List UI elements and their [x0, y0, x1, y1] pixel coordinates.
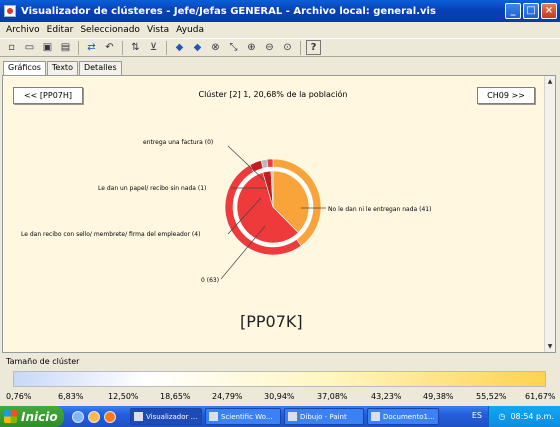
task-documento[interactable]: Documento1...	[367, 408, 439, 425]
tick-label: 6,83%	[58, 392, 84, 401]
minimize-button[interactable]: _	[505, 3, 521, 19]
start-label: Inicio	[21, 409, 58, 424]
menu-vista[interactable]: Vista	[147, 25, 169, 35]
cluster-size-gradient	[13, 371, 546, 387]
windows-logo-icon	[4, 410, 17, 423]
app-task-icon	[134, 412, 143, 421]
task-label: Visualizador ...	[146, 412, 198, 421]
scroll-up-icon[interactable]: ▲	[545, 76, 555, 87]
slice-label-papel: Le dan un papel/ recibo sin nada (1)	[98, 185, 207, 192]
task-label: Documento1...	[383, 412, 435, 421]
start-button[interactable]: Inicio	[0, 406, 64, 427]
media-icon[interactable]	[88, 410, 100, 423]
resize-icon[interactable]: ⤡	[226, 40, 241, 55]
menu-editar[interactable]: Editar	[47, 25, 74, 35]
forward-arrow-icon[interactable]: ◆	[190, 40, 205, 55]
tick-label: 43,23%	[371, 392, 402, 401]
save-icon[interactable]: ▣	[40, 40, 55, 55]
slice-label-nada: No le dan ni le entregan nada (41)	[328, 206, 432, 213]
zoom-out-icon[interactable]: ⊖	[262, 40, 277, 55]
language-indicator[interactable]: ES	[472, 411, 482, 420]
toolbar-separator	[166, 40, 167, 55]
window-title: Visualizador de clústeres - Jefe/Jefas G…	[21, 5, 436, 17]
print-icon[interactable]: ▤	[58, 40, 73, 55]
title-bar[interactable]: Visualizador de clústeres - Jefe/Jefas G…	[0, 0, 560, 22]
task-paint[interactable]: Dibujo - Paint	[284, 408, 364, 425]
maximize-button[interactable]: □	[523, 3, 539, 19]
taskbar: Inicio Visualizador ... Scientific Wo...…	[0, 406, 560, 427]
cluster-size-title: Tamaño de clúster	[6, 357, 80, 366]
zoom-in-icon[interactable]: ⊕	[244, 40, 259, 55]
task-label: Dibujo - Paint	[300, 412, 347, 421]
menu-seleccionado[interactable]: Seleccionado	[80, 25, 140, 35]
toolbar-separator	[78, 40, 79, 55]
tick-label: 18,65%	[160, 392, 191, 401]
close-button[interactable]: ×	[541, 3, 557, 19]
tab-graficos[interactable]: Gráficos	[3, 61, 46, 76]
filter-icon[interactable]: ⊻	[146, 40, 161, 55]
toolbar-separator	[122, 40, 123, 55]
slice-label-factura: entrega una factura (0)	[143, 139, 214, 146]
app-icon	[4, 5, 16, 17]
clock: 08:54 p.m.	[510, 412, 554, 421]
tick-label: 12,50%	[108, 392, 139, 401]
tick-label: 55,52%	[476, 392, 507, 401]
back-arrow-icon[interactable]: ◆	[172, 40, 187, 55]
app-task-icon	[371, 412, 380, 421]
slice-label-recibo: Le dan recibo con sello/ membrete/ firma…	[21, 231, 201, 238]
app-task-icon	[209, 412, 218, 421]
app-window: Visualizador de clústeres - Jefe/Jefas G…	[0, 0, 560, 406]
menu-bar: Archivo Editar Seleccionado Vista Ayuda	[0, 22, 560, 37]
view-tabs: Gráficos Texto Detalles	[3, 61, 123, 76]
clock-icon: ◷	[498, 412, 506, 421]
toolbar: ▫ ▭ ▣ ▤ ⇄ ↶ ⇅ ⊻ ◆ ◆ ⊗ ⤡ ⊕ ⊖ ⊙ ?	[0, 38, 560, 57]
tick-label: 61,67%	[525, 392, 556, 401]
help-icon[interactable]: ?	[306, 40, 321, 55]
variable-code: [PP07K]	[240, 312, 303, 331]
task-label: Scientific Wo...	[221, 412, 273, 421]
sort-icon[interactable]: ⇅	[128, 40, 143, 55]
toolbar-separator	[300, 40, 301, 55]
menu-archivo[interactable]: Archivo	[6, 25, 40, 35]
task-scientific[interactable]: Scientific Wo...	[205, 408, 281, 425]
quick-launch	[72, 410, 116, 423]
task-visualizador[interactable]: Visualizador ...	[130, 408, 202, 425]
zoom-icon[interactable]: ⊙	[280, 40, 295, 55]
app-task-icon	[288, 412, 297, 421]
vertical-scrollbar[interactable]: ▲ ▼	[544, 76, 555, 352]
firefox-icon[interactable]	[104, 410, 116, 423]
new-icon[interactable]: ▫	[4, 40, 19, 55]
tick-label: 0,76%	[6, 392, 32, 401]
cluster-size-ticks: 0,76% 6,83% 12,50% 18,65% 24,79% 30,94% …	[0, 392, 560, 402]
scroll-down-icon[interactable]: ▼	[545, 341, 555, 352]
tick-label: 24,79%	[212, 392, 243, 401]
tab-texto[interactable]: Texto	[46, 61, 78, 75]
undo-icon[interactable]: ↶	[102, 40, 117, 55]
cluster-pie-chart	[220, 145, 326, 280]
browser-icon[interactable]	[72, 410, 84, 423]
tick-label: 37,08%	[317, 392, 348, 401]
menu-ayuda[interactable]: Ayuda	[176, 25, 204, 35]
open-folder-icon[interactable]: ▭	[22, 40, 37, 55]
binoculars-icon[interactable]: ⊗	[208, 40, 223, 55]
swap-icon[interactable]: ⇄	[84, 40, 99, 55]
slice-label-cero: 0 (63)	[201, 277, 220, 284]
tick-label: 49,38%	[423, 392, 454, 401]
tab-detalles[interactable]: Detalles	[78, 61, 122, 75]
system-tray: ◷ 08:54 p.m.	[488, 406, 560, 427]
tick-label: 30,94%	[264, 392, 295, 401]
outer-ring-slice	[266, 158, 274, 168]
